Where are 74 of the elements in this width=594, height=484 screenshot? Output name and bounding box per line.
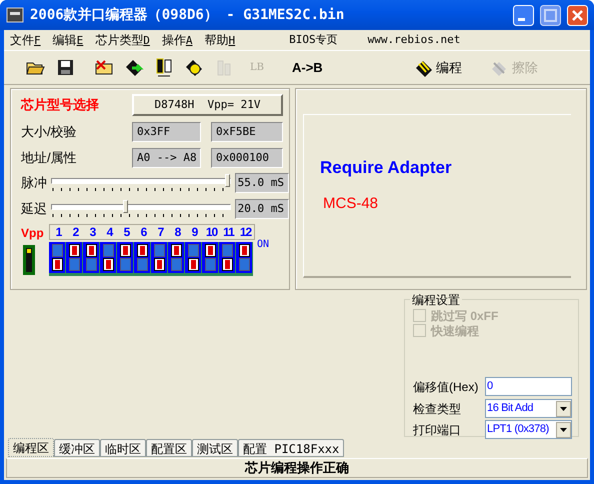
- switch-number: 1: [54, 225, 63, 239]
- menu-link[interactable]: www.rebios.net: [368, 32, 460, 48]
- switch-number: 11: [222, 225, 236, 239]
- slider-label: 延迟: [21, 200, 48, 218]
- chip-arrow-icon[interactable]: [124, 58, 144, 78]
- menu-item[interactable]: 编辑E: [52, 30, 84, 50]
- dip-switch[interactable]: [185, 242, 202, 273]
- switch-number: 9: [190, 225, 199, 239]
- menu-item[interactable]: 文件F: [10, 30, 41, 50]
- field-label: 大小/校验: [21, 122, 78, 141]
- slider-thumb[interactable]: [225, 174, 230, 186]
- slider-thumb[interactable]: [122, 200, 128, 212]
- readout-field: A0 --> A8: [132, 148, 201, 168]
- window-title: 2006款并口编程器（098D6） - G31MES2C.bin: [30, 6, 346, 24]
- switch-number: 2: [72, 225, 80, 239]
- tab[interactable]: 缓冲区: [54, 439, 100, 457]
- dip-switch[interactable]: [83, 242, 100, 273]
- switch-number: 12: [238, 225, 253, 239]
- dip-switch[interactable]: [151, 242, 168, 273]
- readout-field: 55.0 mS: [235, 172, 289, 192]
- tab[interactable]: 临时区: [100, 439, 146, 457]
- tab[interactable]: 配置区: [146, 439, 192, 457]
- tab[interactable]: 编程区: [8, 438, 54, 457]
- dip-switch[interactable]: [117, 242, 134, 273]
- menu-item[interactable]: 芯片类型D: [95, 30, 150, 50]
- dip-switch[interactable]: [134, 242, 151, 273]
- readout-field: 0x000100: [211, 148, 283, 168]
- adapter-title: Require Adapter: [320, 157, 453, 179]
- menu-link[interactable]: BIOS专页: [289, 32, 338, 48]
- switch-number: 5: [122, 225, 131, 239]
- menu-item[interactable]: 操作A: [162, 30, 192, 50]
- slider-label: 脉冲: [21, 174, 48, 192]
- dip-switch[interactable]: [202, 242, 219, 273]
- adapter-model: MCS-48: [323, 194, 380, 214]
- switch-number: 3: [88, 225, 97, 239]
- port-dropdown[interactable]: LPT1 (0x378): [485, 420, 572, 439]
- tab[interactable]: 配置 PIC18Fxxx: [238, 439, 344, 457]
- minimize-button[interactable]: [513, 4, 534, 26]
- maximize-button[interactable]: [540, 4, 561, 26]
- chip-select-button[interactable]: D8748H Vpp= 21V: [132, 94, 283, 116]
- field-label: 偏移值(Hex): [413, 378, 480, 396]
- readout-field: 0xF5BE: [211, 122, 283, 142]
- check-type-dropdown[interactable]: 16 Bit Add: [485, 399, 572, 418]
- switch-number: 6: [140, 225, 148, 239]
- switch-number: 4: [106, 225, 114, 239]
- field-label: 地址/属性: [21, 148, 78, 167]
- dip-switch[interactable]: [236, 242, 253, 273]
- chip-select-label: 芯片型号选择: [21, 96, 100, 114]
- dip-switch[interactable]: [66, 242, 83, 273]
- switch-number: 7: [156, 225, 165, 239]
- readout-field: 0x3FF: [132, 122, 201, 142]
- vpp-label: Vpp: [21, 225, 45, 242]
- dip-switch[interactable]: [100, 242, 117, 273]
- jumper-icon: [23, 245, 35, 275]
- switch-number: 8: [174, 225, 182, 239]
- field-label: 打印端口: [413, 422, 462, 438]
- field-label: 检查类型: [413, 400, 462, 418]
- dip-switch[interactable]: [219, 242, 236, 273]
- close-button[interactable]: [567, 4, 588, 26]
- tab[interactable]: 测试区: [192, 439, 238, 457]
- dip-switch[interactable]: [49, 242, 66, 273]
- offset-field[interactable]: 0: [485, 377, 572, 396]
- dip-switch[interactable]: [168, 242, 185, 273]
- switch-number: 10: [204, 225, 219, 239]
- menu-item[interactable]: 帮助H: [204, 30, 236, 50]
- floppy-icon[interactable]: [56, 58, 76, 78]
- status-bar: 芯片编程操作正确: [6, 458, 588, 478]
- copy-button[interactable]: A->B: [290, 58, 325, 78]
- app-icon: [6, 7, 24, 23]
- on-label: ON: [257, 238, 270, 252]
- readout-field: 20.0 mS: [235, 198, 289, 218]
- program-button[interactable]: 编程: [414, 58, 462, 78]
- checkbox-label: 跳过写 0xFF: [431, 308, 498, 324]
- checkbox-label: 快速编程: [431, 322, 479, 340]
